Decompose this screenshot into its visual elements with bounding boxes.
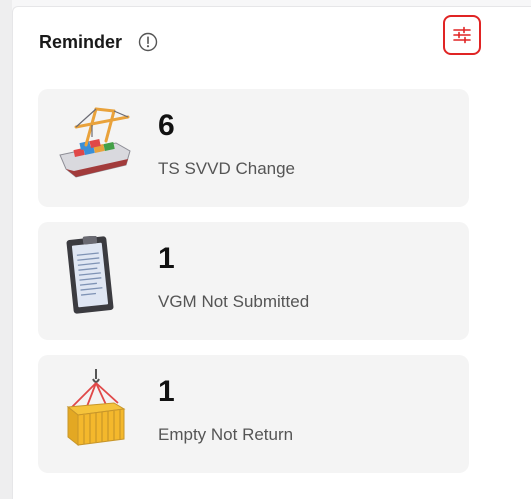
left-gutter — [0, 0, 12, 499]
reminder-label: Empty Not Return — [158, 425, 294, 444]
reminder-card-ts-svvd-change[interactable]: 6 TS SVVD Change — [38, 89, 469, 207]
hoisted-container-icon — [56, 369, 136, 449]
reminder-count: 1 — [158, 242, 175, 275]
container-ship-crane-icon — [56, 103, 136, 183]
reminder-count: 6 — [158, 109, 175, 142]
reminder-label: VGM Not Submitted — [158, 292, 310, 311]
reminder-widget: Reminder 6 TS SVVD Change 1 VGM Not Subm… — [0, 0, 531, 499]
panel-title: Reminder — [39, 31, 123, 52]
reminder-card-vgm-not-submitted[interactable]: 1 VGM Not Submitted — [38, 222, 469, 340]
reminder-card-empty-not-return[interactable]: 1 Empty Not Return — [38, 355, 469, 473]
reminder-label: TS SVVD Change — [158, 159, 296, 178]
filter-settings-button[interactable] — [443, 15, 481, 55]
panel-header: Reminder — [39, 30, 158, 54]
reminder-count: 1 — [158, 375, 175, 408]
sliders-icon — [453, 26, 471, 44]
clipboard-document-icon — [56, 235, 136, 316]
info-icon[interactable] — [138, 32, 158, 52]
